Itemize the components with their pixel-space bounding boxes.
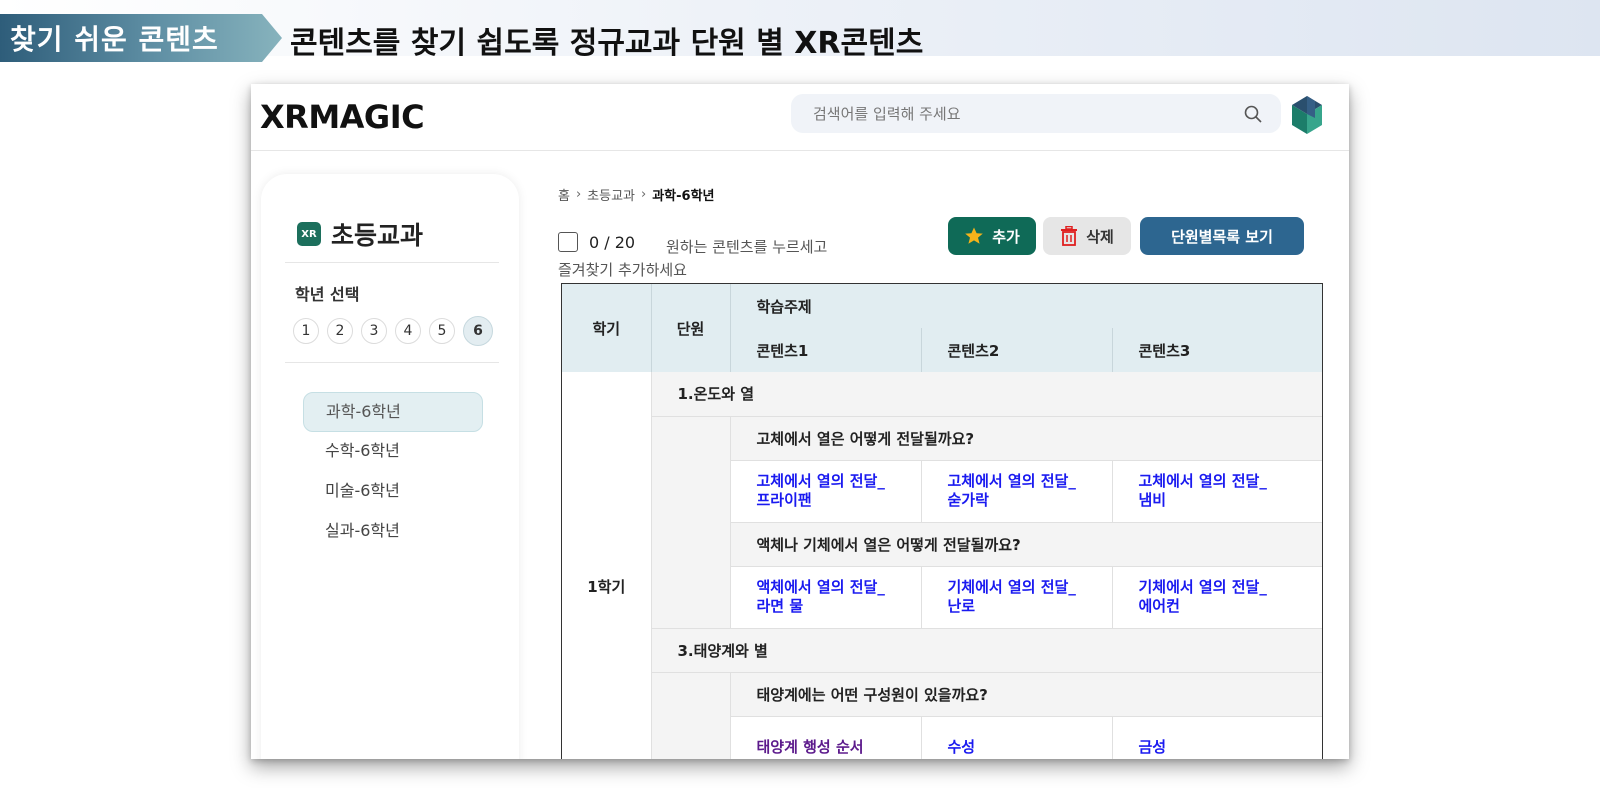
divider [285, 262, 499, 263]
select-all-checkbox[interactable] [558, 232, 578, 252]
topic-question: 고체에서 열은 어떻게 전달될까요? [730, 416, 1322, 461]
semester-cell: 1학기 [562, 372, 652, 759]
table-row: 태양계에는 어떤 구성원이 있을까요? [562, 672, 1322, 759]
search-icon[interactable] [1243, 104, 1263, 124]
content-link[interactable]: 고체에서 열의 전달_ 숟가락 [921, 460, 1113, 523]
star-icon [965, 227, 983, 244]
banner-tag: 찾기 쉬운 콘텐츠 [0, 14, 282, 62]
brand-cube-icon[interactable] [1289, 94, 1325, 138]
content-link[interactable]: 수성 [921, 716, 1113, 759]
content-link[interactable]: 고체에서 열의 전달_ 냄비 [1112, 460, 1322, 523]
table-row: 3.태양계와 별 [562, 628, 1322, 673]
header-semester: 학기 [562, 284, 652, 372]
curriculum-table: 학기 단원 학습주제 콘텐츠1 콘텐츠2 콘텐츠3 1학기 1.온도와 열 고체… [561, 283, 1323, 759]
selection-count: 0 / 20 [589, 232, 636, 252]
grade-button-3[interactable]: 3 [361, 318, 387, 344]
search-input[interactable] [813, 104, 1233, 123]
grade-button-4[interactable]: 4 [395, 318, 421, 344]
delete-button[interactable]: 삭제 [1043, 217, 1131, 255]
content-link[interactable]: 고체에서 열의 전달_ 프라이팬 [730, 460, 922, 523]
header-topic: 학습주제 [730, 284, 1322, 328]
grade-button-5[interactable]: 5 [429, 318, 455, 344]
divider [285, 362, 499, 363]
sidebar-title-label: 초등교과 [331, 221, 424, 250]
header-unit: 단원 [651, 284, 731, 372]
table-row: 1학기 1.온도와 열 [562, 372, 1322, 759]
favorite-hint-line1: 원하는 콘텐츠를 누르세고 [666, 238, 828, 256]
grade-button-1[interactable]: 1 [293, 318, 319, 344]
header-content2: 콘텐츠2 [921, 328, 1113, 372]
content-link[interactable]: 기체에서 열의 전달_ 난로 [921, 566, 1113, 629]
grade-button-2[interactable]: 2 [327, 318, 353, 344]
chevron-right-icon: › [641, 187, 647, 202]
subject-list: 과학-6학년 수학-6학년 미술-6학년 실과-6학년 [303, 392, 483, 552]
unit-spacer [651, 672, 731, 759]
favorite-hint-line2: 즐겨찾기 추가하세요 [558, 261, 687, 279]
content-link[interactable]: 액체에서 열의 전달_ 라면 물 [730, 566, 922, 629]
sidebar: XR 초등교과 학년 선택 1 2 3 4 5 6 과학-6학년 수학-6학년 … [261, 174, 519, 759]
app-window: XRMAGIC XR 초등교과 학년 선택 1 2 3 4 5 [251, 84, 1349, 759]
select-all-area: 0 / 20 [558, 232, 635, 252]
breadcrumb-current: 과학-6학년 [652, 189, 715, 204]
breadcrumb-elementary[interactable]: 초등교과 [587, 185, 635, 204]
sidebar-item-practical-arts[interactable]: 실과-6학년 [303, 512, 483, 552]
grade-select-label: 학년 선택 [295, 285, 360, 304]
header-content1: 콘텐츠1 [730, 328, 922, 372]
delete-button-label: 삭제 [1086, 227, 1114, 246]
app-logo[interactable]: XRMAGIC [260, 98, 425, 136]
add-favorite-button[interactable]: 추가 [948, 217, 1036, 255]
topic-question: 태양계에는 어떤 구성원이 있을까요? [730, 672, 1322, 717]
topic-question: 액체나 기체에서 열은 어떻게 전달될까요? [730, 522, 1322, 567]
sidebar-title: XR 초등교과 [297, 216, 423, 252]
unit-list-button[interactable]: 단원별목록 보기 [1140, 217, 1304, 255]
chevron-right-icon: › [575, 187, 582, 202]
search-box[interactable] [791, 94, 1281, 133]
header-content3: 콘텐츠3 [1112, 328, 1322, 372]
trash-icon [1061, 226, 1078, 246]
sidebar-item-science[interactable]: 과학-6학년 [303, 392, 483, 432]
content-link[interactable]: 금성 [1112, 716, 1322, 759]
breadcrumb: 홈 › 초등교과 › 과학-6학년 [558, 185, 715, 204]
table-row: 고체에서 열은 어떻게 전달될까요? [562, 416, 1322, 629]
banner-title: 콘텐츠를 찾기 쉽도록 정규교과 단원 별 XR콘텐츠 [290, 26, 924, 61]
add-button-label: 추가 [992, 227, 1020, 246]
breadcrumb-home[interactable]: 홈 [558, 185, 570, 204]
grade-selector: 1 2 3 4 5 6 [293, 316, 501, 346]
grade-button-6[interactable]: 6 [463, 316, 493, 346]
top-bar: XRMAGIC [251, 84, 1349, 151]
unit-title: 1.온도와 열 [651, 372, 1322, 417]
xr-badge-icon: XR [297, 222, 321, 246]
sidebar-item-art[interactable]: 미술-6학년 [303, 472, 483, 512]
content-link[interactable]: 태양계 행성 순서 [730, 716, 922, 759]
slide-banner: 찾기 쉬운 콘텐츠 콘텐츠를 찾기 쉽도록 정규교과 단원 별 XR콘텐츠 [0, 0, 1600, 62]
unit-spacer [651, 416, 731, 629]
unit-title: 3.태양계와 별 [651, 628, 1322, 673]
content-link[interactable]: 기체에서 열의 전달_ 에어컨 [1112, 566, 1322, 629]
banner-tag-label: 찾기 쉬운 콘텐츠 [10, 23, 219, 56]
sidebar-item-math[interactable]: 수학-6학년 [303, 432, 483, 472]
